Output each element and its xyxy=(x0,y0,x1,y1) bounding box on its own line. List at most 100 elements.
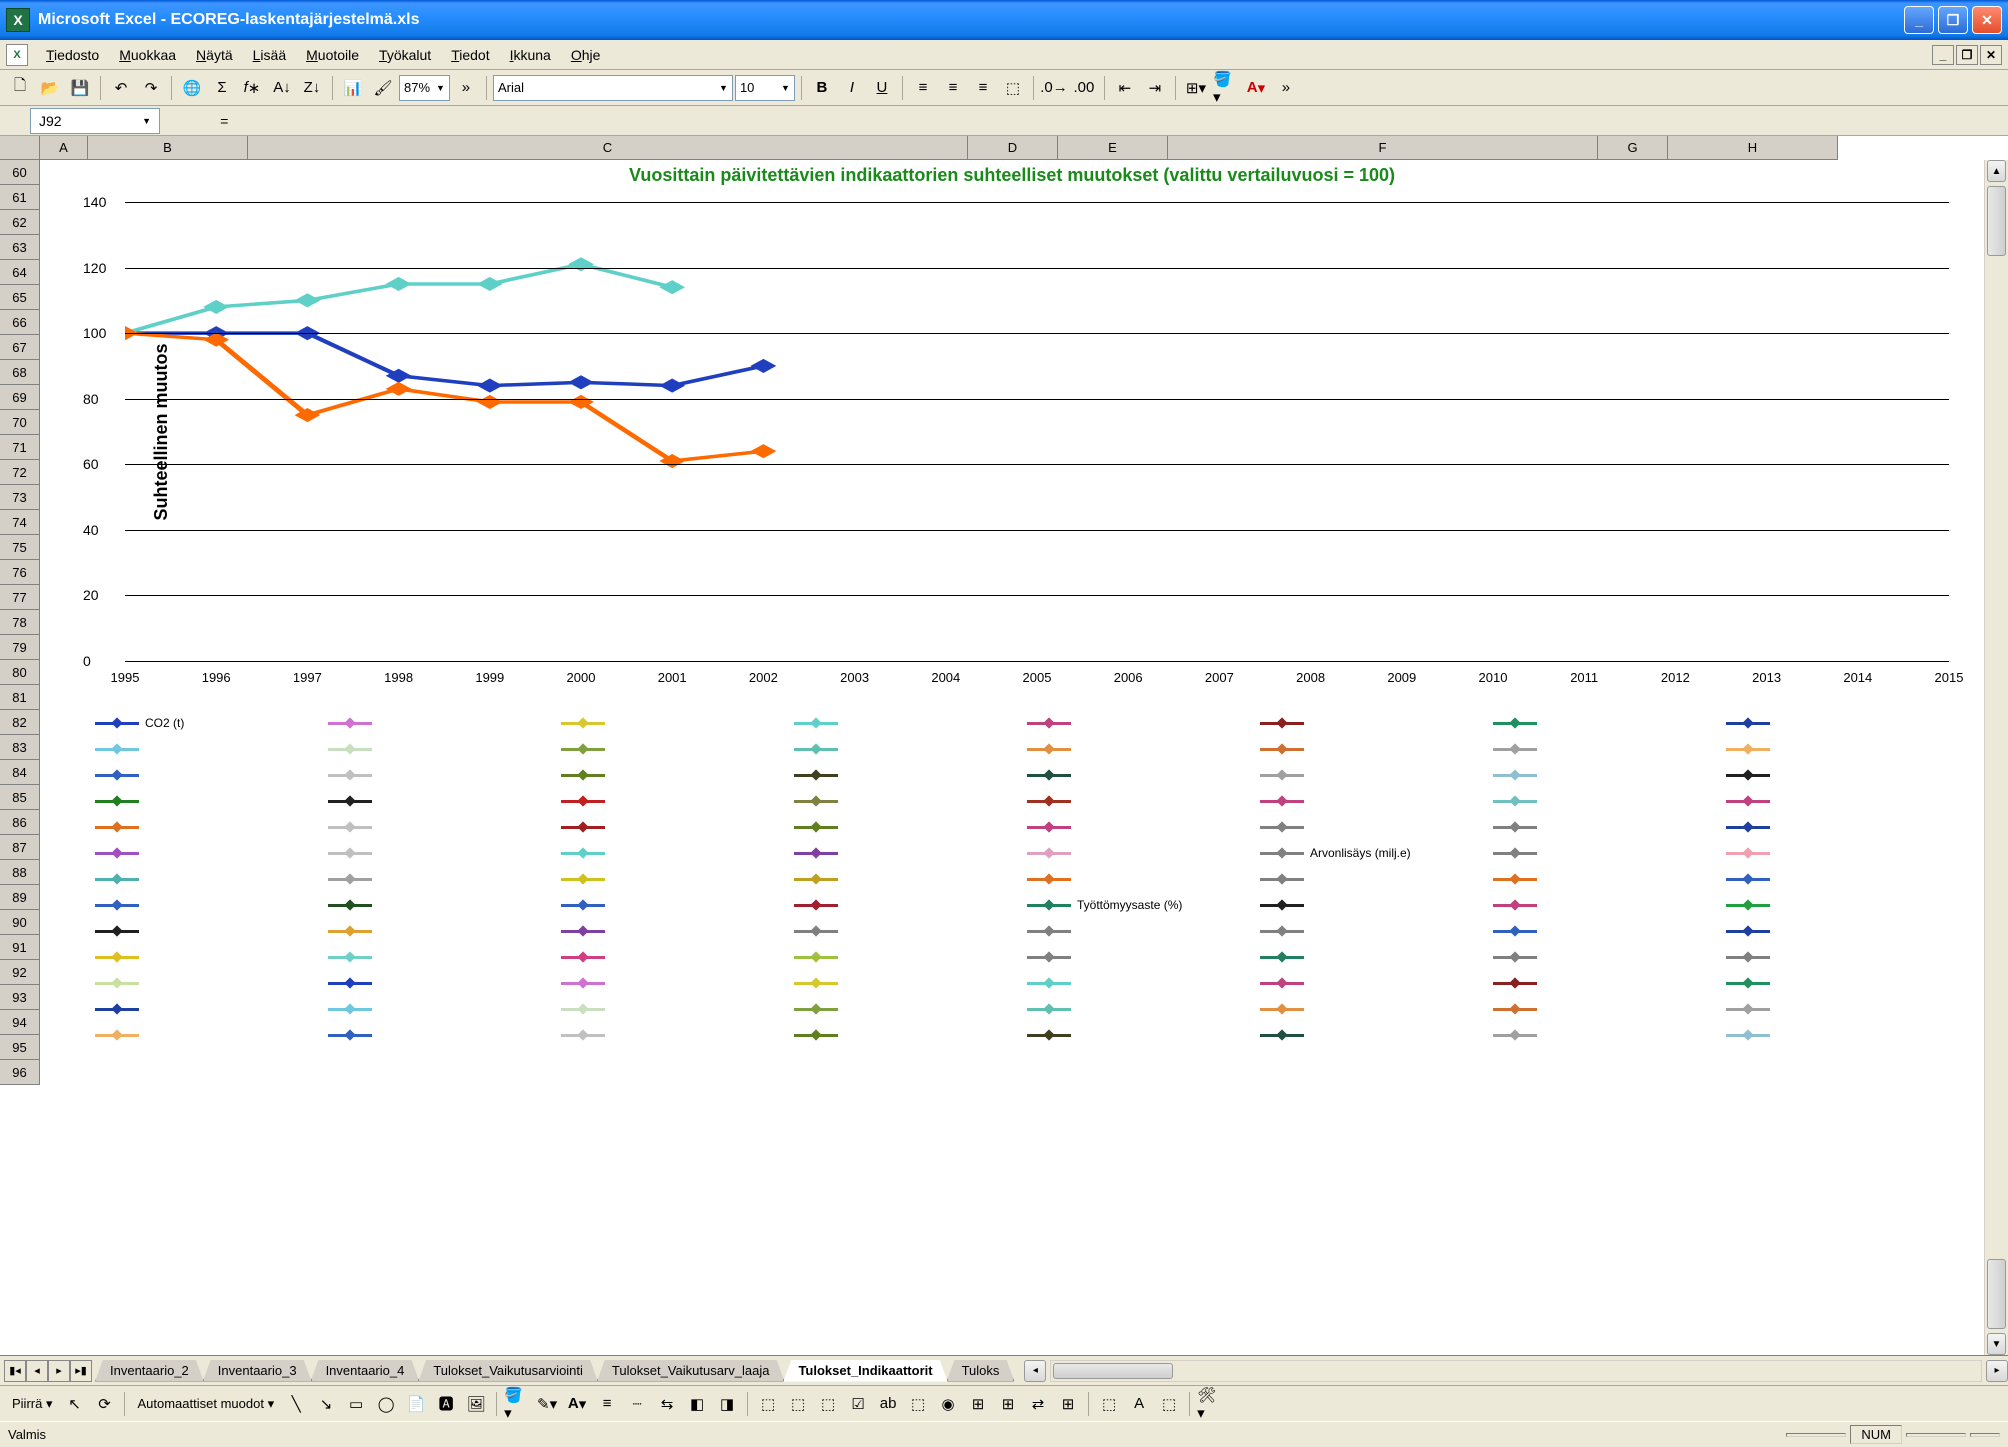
row-header-78[interactable]: 78 xyxy=(0,610,40,635)
decrease-decimal-button[interactable]: .00 xyxy=(1070,74,1098,102)
misc-tool-10[interactable]: ⇄ xyxy=(1024,1390,1052,1418)
align-right-button[interactable]: ≡ xyxy=(969,74,997,102)
worksheet-tab-Inventaario_2[interactable]: Inventaario_2 xyxy=(95,1360,204,1382)
wordart-button[interactable]: 🅰 xyxy=(432,1390,460,1418)
scroll-thumb-lower[interactable] xyxy=(1987,1259,2006,1329)
align-left-button[interactable]: ≡ xyxy=(909,74,937,102)
misc-tool-2[interactable]: ⬚ xyxy=(784,1390,812,1418)
bold-button[interactable]: B xyxy=(808,74,836,102)
close-button[interactable]: ✕ xyxy=(1972,6,2002,34)
hyperlink-button[interactable]: 🌐 xyxy=(178,74,206,102)
row-header-92[interactable]: 92 xyxy=(0,960,40,985)
row-header-83[interactable]: 83 xyxy=(0,735,40,760)
hscroll-thumb[interactable] xyxy=(1053,1363,1173,1379)
underline-button[interactable]: U xyxy=(868,74,896,102)
maximize-button[interactable]: ❐ xyxy=(1938,6,1968,34)
worksheet-tab-Inventaario_4[interactable]: Inventaario_4 xyxy=(311,1360,420,1382)
row-header-80[interactable]: 80 xyxy=(0,660,40,685)
row-header-75[interactable]: 75 xyxy=(0,535,40,560)
line-button[interactable]: ╲ xyxy=(282,1390,310,1418)
row-header-84[interactable]: 84 xyxy=(0,760,40,785)
row-header-90[interactable]: 90 xyxy=(0,910,40,935)
misc-tool-7[interactable]: ◉ xyxy=(934,1390,962,1418)
merge-center-button[interactable]: ⬚ xyxy=(999,74,1027,102)
hscroll-left-button[interactable]: ◂ xyxy=(1024,1360,1046,1382)
grid-content[interactable]: Vuosittain päivitettävien indikaattorien… xyxy=(40,160,1984,1355)
row-header-74[interactable]: 74 xyxy=(0,510,40,535)
row-header-71[interactable]: 71 xyxy=(0,435,40,460)
row-header-95[interactable]: 95 xyxy=(0,1035,40,1060)
worksheet-tab-Tuloks[interactable]: Tuloks xyxy=(947,1360,1015,1382)
scroll-thumb[interactable] xyxy=(1987,186,2006,256)
rotate-button[interactable]: ⟳ xyxy=(90,1390,118,1418)
row-header-85[interactable]: 85 xyxy=(0,785,40,810)
row-header-77[interactable]: 77 xyxy=(0,585,40,610)
row-header-73[interactable]: 73 xyxy=(0,485,40,510)
align-center-button[interactable]: ≡ xyxy=(939,74,967,102)
row-header-66[interactable]: 66 xyxy=(0,310,40,335)
mdi-minimize-button[interactable]: _ xyxy=(1932,45,1954,65)
drawing-button[interactable]: 🖌 xyxy=(369,74,397,102)
row-header-82[interactable]: 82 xyxy=(0,710,40,735)
menu-työkalut[interactable]: Työkalut xyxy=(369,43,441,67)
arrow-button[interactable]: ↘ xyxy=(312,1390,340,1418)
misc-tool-13[interactable]: A xyxy=(1125,1390,1153,1418)
row-header-76[interactable]: 76 xyxy=(0,560,40,585)
save-button[interactable]: 💾 xyxy=(66,74,94,102)
name-box[interactable]: J92▼ xyxy=(30,108,160,134)
worksheet-tab-Tulokset_Vaikutusarv_laaja[interactable]: Tulokset_Vaikutusarv_laaja xyxy=(597,1360,785,1382)
mdi-restore-button[interactable]: ❐ xyxy=(1956,45,1978,65)
menu-tiedosto[interactable]: Tiedosto xyxy=(36,43,109,67)
row-header-67[interactable]: 67 xyxy=(0,335,40,360)
scroll-down-button[interactable]: ▼ xyxy=(1987,1333,2006,1355)
row-header-63[interactable]: 63 xyxy=(0,235,40,260)
scroll-up-button[interactable]: ▲ xyxy=(1987,160,2006,182)
misc-tool-12[interactable]: ⬚ xyxy=(1095,1390,1123,1418)
menu-lisää[interactable]: Lisää xyxy=(243,43,296,67)
worksheet-tab-Tulokset_Indikaattorit[interactable]: Tulokset_Indikaattorit xyxy=(783,1360,947,1382)
row-header-87[interactable]: 87 xyxy=(0,835,40,860)
undo-button[interactable]: ↶ xyxy=(107,74,135,102)
select-objects-button[interactable]: ↖ xyxy=(60,1390,88,1418)
borders-button[interactable]: ⊞▾ xyxy=(1182,74,1210,102)
decrease-indent-button[interactable]: ⇤ xyxy=(1111,74,1139,102)
zoom-combo[interactable]: 87%▼ xyxy=(399,75,450,101)
redo-button[interactable]: ↷ xyxy=(137,74,165,102)
menu-tiedot[interactable]: Tiedot xyxy=(441,43,499,67)
row-header-93[interactable]: 93 xyxy=(0,985,40,1010)
sort-desc-button[interactable]: Z↓ xyxy=(298,74,326,102)
row-header-72[interactable]: 72 xyxy=(0,460,40,485)
fill-color-draw-button[interactable]: 🪣▾ xyxy=(503,1390,531,1418)
textbox-button[interactable]: 📄 xyxy=(402,1390,430,1418)
row-header-88[interactable]: 88 xyxy=(0,860,40,885)
font-color-draw-button[interactable]: A▾ xyxy=(563,1390,591,1418)
misc-tool-11[interactable]: ⊞ xyxy=(1054,1390,1082,1418)
toolbar-more-button-2[interactable]: » xyxy=(1272,74,1300,102)
misc-tool-6[interactable]: ⬚ xyxy=(904,1390,932,1418)
line-color-button[interactable]: ✎▾ xyxy=(533,1390,561,1418)
row-header-61[interactable]: 61 xyxy=(0,185,40,210)
italic-button[interactable]: I xyxy=(838,74,866,102)
row-header-81[interactable]: 81 xyxy=(0,685,40,710)
row-header-65[interactable]: 65 xyxy=(0,285,40,310)
misc-tool-5[interactable]: ab xyxy=(874,1390,902,1418)
row-header-79[interactable]: 79 xyxy=(0,635,40,660)
row-header-62[interactable]: 62 xyxy=(0,210,40,235)
font-combo[interactable]: Arial▼ xyxy=(493,75,733,101)
minimize-button[interactable]: _ xyxy=(1904,6,1934,34)
misc-tool-9[interactable]: ⊞ xyxy=(994,1390,1022,1418)
vertical-scrollbar[interactable]: ▲ ▼ xyxy=(1984,160,2008,1355)
oval-button[interactable]: ◯ xyxy=(372,1390,400,1418)
row-header-86[interactable]: 86 xyxy=(0,810,40,835)
font-color-button[interactable]: A▾ xyxy=(1242,74,1270,102)
autosum-button[interactable]: Σ xyxy=(208,74,236,102)
increase-decimal-button[interactable]: .0→ xyxy=(1040,74,1068,102)
misc-tool-4[interactable]: ☑ xyxy=(844,1390,872,1418)
select-all-corner[interactable] xyxy=(0,136,40,160)
row-header-68[interactable]: 68 xyxy=(0,360,40,385)
tab-next-button[interactable]: ▸ xyxy=(48,1360,70,1382)
row-header-70[interactable]: 70 xyxy=(0,410,40,435)
hscroll-right-button[interactable]: ▸ xyxy=(1986,1360,2008,1382)
worksheet-tab-Inventaario_3[interactable]: Inventaario_3 xyxy=(203,1360,312,1382)
chart-wizard-button[interactable]: 📊 xyxy=(339,74,367,102)
